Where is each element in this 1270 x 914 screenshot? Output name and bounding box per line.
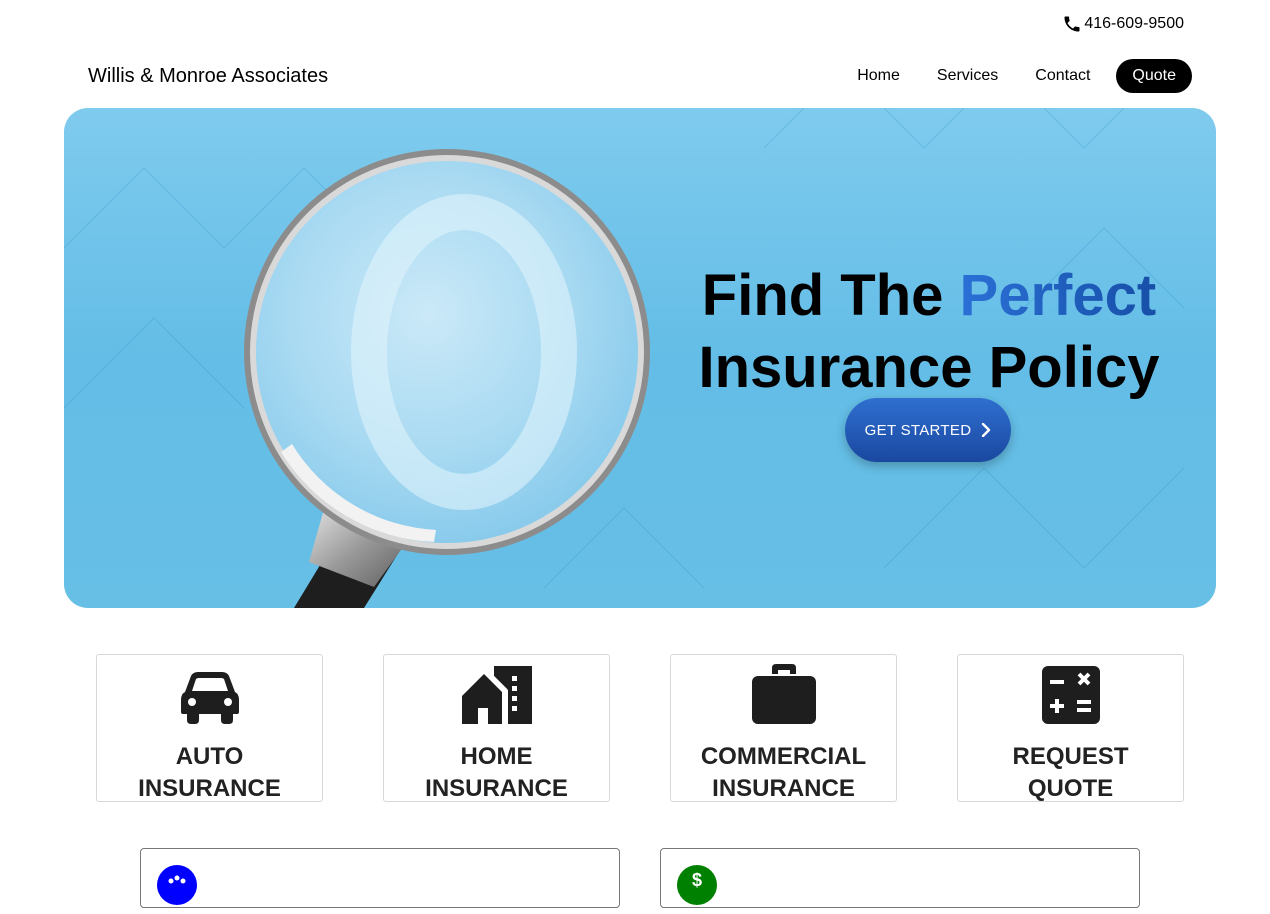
main-nav: Home Services Contact Quote	[820, 59, 1192, 93]
auto-label-line2: INSURANCE	[138, 775, 281, 802]
nav-home[interactable]: Home	[857, 67, 900, 85]
commercial-label-line2: INSURANCE	[712, 775, 855, 802]
nav-contact[interactable]: Contact	[1035, 67, 1090, 85]
hero-title: Find The Perfect Insurance Policy	[674, 260, 1184, 404]
quote-label-line1: REQUEST	[1012, 743, 1129, 770]
calculator-icon	[1041, 666, 1100, 724]
car-icon	[180, 672, 239, 724]
house-icon	[461, 666, 532, 724]
nav-services[interactable]: Services	[937, 67, 998, 85]
magnifying-glass-image	[244, 149, 650, 608]
quote-button[interactable]: Quote	[1116, 59, 1192, 93]
site-brand[interactable]: Willis & Monroe Associates	[88, 65, 328, 88]
feature-card-1	[140, 848, 620, 908]
phone-number[interactable]: 416-609-9500	[1084, 15, 1184, 33]
auto-insurance-card[interactable]: AUTO INSURANCE	[96, 654, 323, 802]
home-label-line2: INSURANCE	[425, 775, 568, 802]
feature-card-2: $	[660, 848, 1140, 908]
request-quote-card[interactable]: REQUEST QUOTE	[957, 654, 1184, 802]
people-icon	[157, 865, 197, 905]
quote-label-line2: QUOTE	[1027, 775, 1114, 802]
hero-title-part1: Find The	[701, 263, 960, 328]
home-insurance-card[interactable]: HOME INSURANCE	[383, 654, 610, 802]
get-started-label: GET STARTED	[864, 421, 972, 439]
site-header: Willis & Monroe Associates Home Services…	[88, 58, 1192, 94]
commercial-label-line1: COMMERCIAL	[700, 743, 867, 770]
hero-banner: Find The Perfect Insurance Policy GET ST…	[64, 108, 1216, 608]
commercial-insurance-card[interactable]: COMMERCIAL INSURANCE	[670, 654, 897, 802]
service-cards: AUTO INSURANCE HOME INSURANCE COMMERCIAL…	[96, 654, 1184, 802]
get-started-button[interactable]: GET STARTED	[845, 398, 1011, 462]
briefcase-icon	[751, 664, 816, 724]
chevron-right-icon	[982, 423, 991, 437]
auto-label-line1: AUTO	[175, 743, 244, 770]
phone-icon	[1064, 16, 1080, 32]
dollar-icon: $	[677, 865, 717, 905]
home-label-line1: HOME	[460, 743, 533, 770]
hero-title-accent: Perfect	[959, 263, 1157, 328]
hero-title-part2: Insurance Policy	[698, 335, 1160, 400]
contact-bar: 416-609-9500	[1062, 14, 1184, 34]
